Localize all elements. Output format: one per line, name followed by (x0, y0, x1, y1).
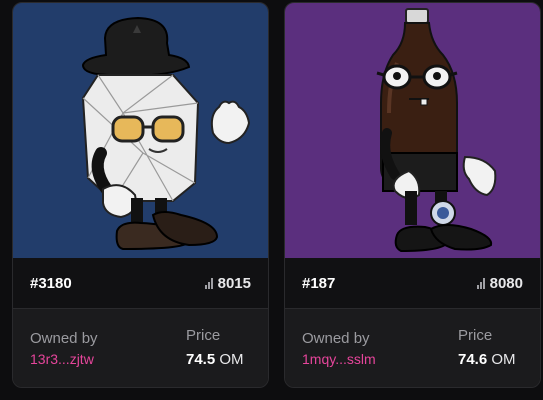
rank-value: 8080 (489, 275, 523, 292)
token-id: #3180 (30, 275, 72, 292)
nft-card-187[interactable]: #187 8080 Owned by 1mqy...sslm Price 74.… (284, 2, 541, 388)
price-label: Price (458, 327, 493, 344)
nft-image[interactable] (285, 3, 540, 258)
owned-by-label: Owned by (30, 330, 98, 347)
token-id: #187 (302, 275, 336, 292)
price-value: 74.5 OM (186, 351, 244, 368)
rarity-rank: 8080 (476, 275, 523, 292)
card-footer-row: Owned by 13r3...zjtw Price 74.5 OM (13, 309, 268, 387)
bottle-character-art (285, 3, 540, 258)
card-header-row: #187 8080 (285, 258, 540, 309)
nft-image[interactable] (13, 3, 268, 258)
owner-address-link[interactable]: 1mqy...sslm (302, 351, 376, 367)
signal-bars-icon (204, 278, 213, 289)
card-footer-row: Owned by 1mqy...sslm Price 74.6 OM (285, 309, 540, 387)
price-value: 74.6 OM (458, 351, 516, 368)
rarity-rank: 8015 (204, 275, 251, 292)
card-header-row: #3180 8015 (13, 258, 268, 309)
owner-address-link[interactable]: 13r3...zjtw (30, 351, 94, 367)
nft-card-3180[interactable]: #3180 8015 Owned by 13r3...zjtw Price 74… (12, 2, 269, 388)
owned-by-label: Owned by (302, 330, 370, 347)
price-label: Price (186, 327, 221, 344)
diamond-character-art (13, 3, 268, 258)
signal-bars-icon (476, 278, 485, 289)
rank-value: 8015 (217, 275, 251, 292)
